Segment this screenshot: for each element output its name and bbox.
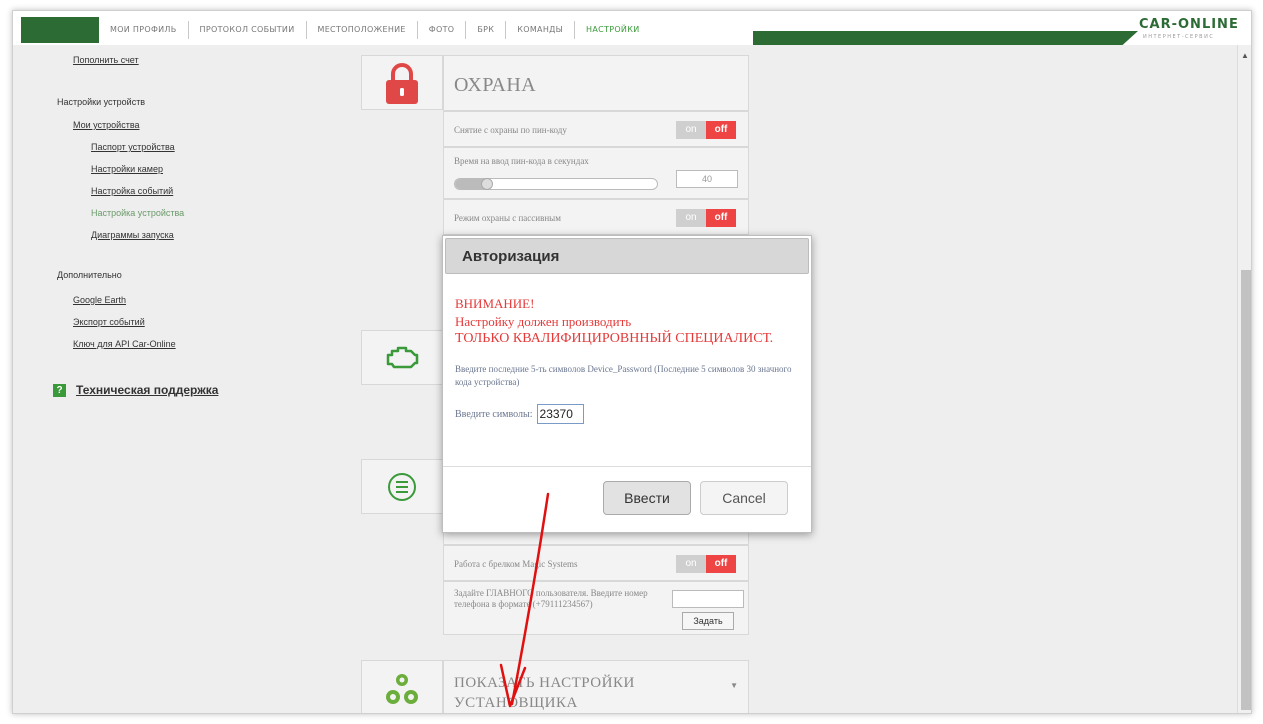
sidebar-link-my-devices[interactable]: Мои устройства [73, 120, 140, 130]
sidebar-link-camera-settings[interactable]: Настройки камер [91, 164, 163, 174]
sidebar-link-api-key[interactable]: Ключ для API Car-Online [73, 339, 176, 349]
code-input[interactable] [536, 404, 584, 424]
sidebar-link-topup[interactable]: Пополнить счет [73, 55, 139, 65]
tab-photo[interactable]: ФОТО [418, 21, 467, 39]
sidebar-link-event-export[interactable]: Экспорт событий [73, 317, 145, 327]
chevron-down-icon: ▼ [730, 681, 738, 690]
warning-line-2: ТОЛЬКО КВАЛИФИЦИРОВННЫЙ СПЕЦИАЛИСТ. [455, 331, 774, 346]
sidebar-heading-extra: Дополнительно [57, 270, 122, 280]
dialog-divider [443, 466, 811, 467]
dialog-title: Авторизация [462, 248, 560, 265]
support-link[interactable]: ? Техническая поддержка [53, 383, 218, 397]
submit-button[interactable]: Ввести [603, 481, 691, 515]
tab-location[interactable]: МЕСТОПОЛОЖЕНИЕ [307, 21, 418, 39]
site-logo-subtitle: ИНТЕРНЕТ-СЕРВИС [1143, 34, 1215, 40]
pin-time-input[interactable]: 40 [676, 170, 738, 188]
engine-icon-box [361, 330, 443, 385]
scroll-thumb[interactable] [1241, 270, 1251, 710]
tab-commands[interactable]: КОМАНДЫ [506, 21, 576, 39]
help-icon: ? [53, 383, 66, 397]
brand-band-right [753, 31, 1138, 45]
authorization-dialog: Авторизация ВНИМАНИЕ! Настройку должен п… [442, 235, 812, 533]
toggle-on-label: on [676, 555, 706, 573]
installer-settings-toggle[interactable]: ПОКАЗАТЬ НАСТРОЙКИ УСТАНОВЩИКА ▼ [443, 660, 749, 713]
security-section-header: ОХРАНА [443, 55, 749, 111]
tab-settings[interactable]: НАСТРОЙКИ [575, 21, 650, 39]
sidebar-item-device-setting-current: Настройка устройства [91, 208, 185, 218]
sidebar-link-google-earth[interactable]: Google Earth [73, 295, 126, 305]
slider-handle[interactable] [481, 178, 493, 190]
tab-event-log[interactable]: ПРОТОКОЛ СОБЫТИИ [189, 21, 307, 39]
code-label: Введите символы: [455, 408, 533, 420]
pin-time-label: Время на ввод пин-кода в секундах [454, 156, 589, 166]
tab-brk[interactable]: БРК [466, 21, 507, 39]
toggle-off-label: off [706, 209, 736, 227]
setting-row-keyfob: Работа с брелком Magic Systems on off [443, 545, 749, 581]
toggle-off-label: off [706, 121, 736, 139]
main-user-label: Задайте ГЛАВНОГО пользователя. Введите н… [454, 588, 648, 609]
security-icon-box [361, 55, 443, 110]
nav-tabs: МОИ ПРОФИЛЬ ПРОТОКОЛ СОБЫТИИ МЕСТОПОЛОЖЕ… [99, 17, 651, 43]
support-label[interactable]: Техническая поддержка [76, 383, 218, 397]
disarm-pin-label: Снятие с охраны по пин-коду [454, 125, 567, 135]
code-row: Введите символы: [455, 404, 584, 424]
disarm-pin-toggle[interactable]: on off [676, 121, 736, 139]
lock-icon [386, 62, 418, 104]
setting-row-disarm-pin: Снятие с охраны по пин-коду on off [443, 111, 749, 147]
dialog-header: Авторизация [445, 238, 809, 274]
warning-heading: ВНИМАНИЕ! [455, 296, 535, 311]
gears-icon [386, 674, 418, 704]
site-logo[interactable]: CAR-ONLINE [1139, 17, 1239, 32]
sidebar-link-event-settings[interactable]: Настройка событий [91, 186, 173, 196]
password-hint: Введите последние 5-ть символов Device_P… [455, 364, 792, 387]
scroll-up-icon[interactable]: ▲ [1241, 51, 1249, 60]
toggle-on-label: on [676, 209, 706, 227]
keyfob-toggle[interactable]: on off [676, 555, 736, 573]
sidebar-heading-devices: Настройки устройств [57, 97, 146, 107]
setting-row-main-user: Задайте ГЛАВНОГО пользователя. Введите н… [443, 581, 749, 635]
cancel-button[interactable]: Cancel [700, 481, 788, 515]
top-navigation: МОИ ПРОФИЛЬ ПРОТОКОЛ СОБЫТИИ МЕСТОПОЛОЖЕ… [13, 11, 1251, 45]
installer-settings-label: ПОКАЗАТЬ НАСТРОЙКИ УСТАНОВЩИКА [454, 675, 635, 711]
passive-mode-toggle[interactable]: on off [676, 209, 736, 227]
menu-circle-icon [388, 472, 416, 501]
toggle-off-label: off [706, 555, 736, 573]
pin-time-slider[interactable] [454, 178, 658, 190]
setting-row-pin-time: Время на ввод пин-кода в секундах 40 [443, 147, 749, 199]
setting-row-passive-mode: Режим охраны с пассивным on off [443, 199, 749, 235]
keyfob-label: Работа с брелком Magic Systems [454, 559, 578, 569]
main-user-phone-input[interactable] [672, 590, 744, 608]
page-scrollbar[interactable]: ▲ [1237, 45, 1251, 713]
toggle-on-label: on [676, 121, 706, 139]
warning-line-1: Настройку должен производить [455, 314, 632, 329]
engine-icon [386, 346, 419, 368]
menu-icon-box [361, 459, 443, 514]
brand-band-left [21, 17, 99, 43]
tab-profile[interactable]: МОИ ПРОФИЛЬ [99, 21, 189, 39]
installer-icon-box [361, 660, 443, 713]
sidebar-link-device-passport[interactable]: Паспорт устройства [91, 142, 175, 152]
sidebar-link-launch-diagrams[interactable]: Диаграммы запуска [91, 230, 174, 240]
section-title: ОХРАНА [454, 74, 537, 96]
passive-mode-label: Режим охраны с пассивным [454, 213, 561, 223]
set-main-user-button[interactable]: Задать [682, 612, 734, 630]
